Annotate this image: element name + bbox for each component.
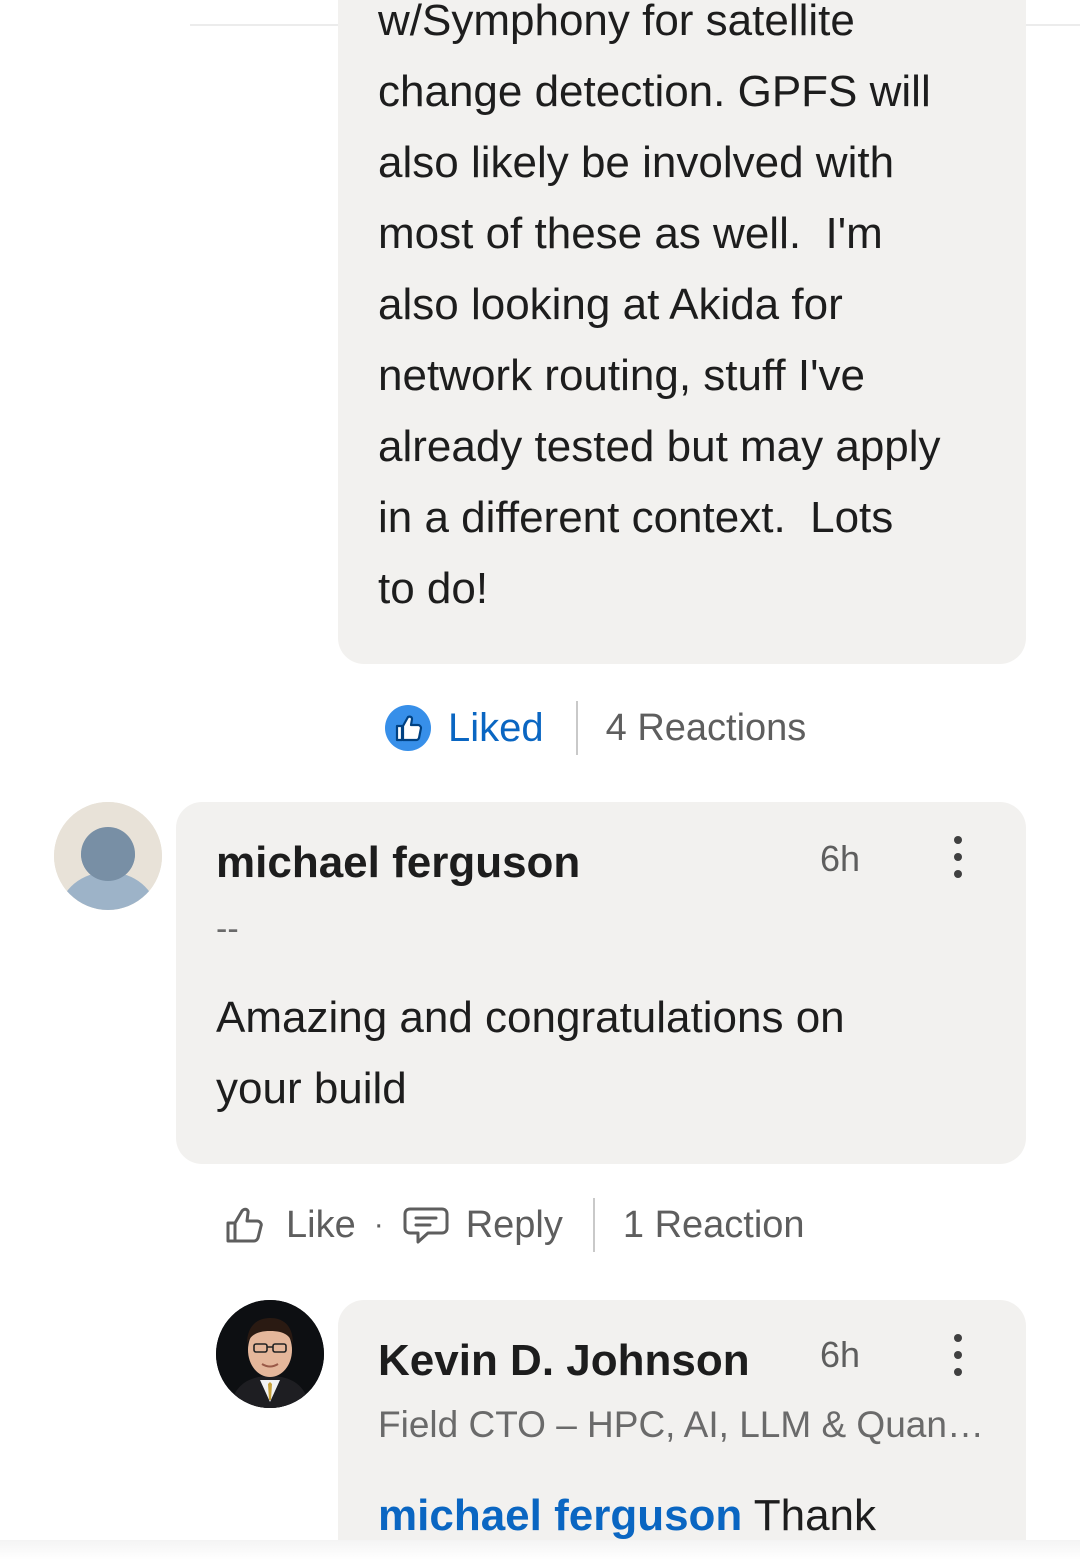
comments-thread: w/Symphony for satellite change detectio… [0, 0, 1080, 1560]
comment-body: Amazing and congratulations on your buil… [216, 982, 996, 1124]
comment-body-line: to do! [378, 564, 489, 613]
thumbs-up-outline-icon[interactable] [222, 1201, 270, 1249]
vertical-ellipsis-icon[interactable] [950, 834, 966, 880]
dot-separator: · [373, 1208, 384, 1241]
comment-body-line: w/Symphony for satellite [378, 0, 855, 45]
comment-body-line: network routing, stuff I've [378, 351, 865, 400]
comment-body-line: also likely be involved with [378, 138, 895, 187]
liked-button[interactable]: Liked [448, 706, 544, 751]
comment-body-text: Thank [742, 1491, 877, 1540]
comment-body: w/Symphony for satellite change detectio… [378, 0, 998, 624]
profile-photo [216, 1300, 324, 1408]
author-name[interactable]: michael ferguson [216, 838, 580, 888]
comment-bubble[interactable]: michael ferguson 6h -- Amazing and congr… [176, 802, 1026, 1164]
author-name[interactable]: Kevin D. Johnson [378, 1336, 750, 1386]
reactions-count[interactable]: 4 Reactions [606, 707, 807, 750]
divider [575, 701, 578, 755]
comment-bubble[interactable]: Kevin D. Johnson 6h Field CTO – HPC, AI,… [338, 1300, 1026, 1560]
avatar[interactable] [216, 1300, 324, 1408]
like-button[interactable]: Like [286, 1204, 356, 1247]
mention-link[interactable]: michael ferguson [378, 1491, 742, 1540]
comment-body-line: in a different context. Lots [378, 493, 894, 542]
thumbs-up-filled-icon[interactable] [384, 704, 432, 752]
vertical-ellipsis-icon[interactable] [950, 1332, 966, 1378]
default-avatar-icon [54, 802, 162, 910]
comment-body-line: most of these as well. I'm [378, 209, 883, 258]
comment-actions: Like · Reply 1 Reaction [222, 1194, 805, 1256]
comment-body-line: also looking at Akida for [378, 280, 843, 329]
comment-body-line: your build [216, 1064, 407, 1113]
timestamp: 6h [820, 838, 861, 879]
comment-bubble[interactable]: w/Symphony for satellite change detectio… [338, 0, 1026, 664]
comment-body-line: already tested but may apply [378, 422, 941, 471]
reply-button[interactable]: Reply [466, 1204, 563, 1247]
comment-body-line: Amazing and congratulations on [216, 993, 845, 1042]
comment-actions: Liked 4 Reactions [384, 698, 806, 758]
author-headline: -- [216, 910, 239, 948]
bottom-edge [0, 1540, 1080, 1560]
speech-bubble-icon[interactable] [402, 1201, 450, 1249]
author-headline: Field CTO – HPC, AI, LLM & Quantum Compu… [378, 1404, 988, 1445]
divider [592, 1198, 595, 1252]
timestamp: 6h [820, 1334, 861, 1375]
comment-body-line: change detection. GPFS will [378, 67, 931, 116]
reactions-count[interactable]: 1 Reaction [623, 1204, 805, 1247]
avatar[interactable] [54, 802, 162, 910]
